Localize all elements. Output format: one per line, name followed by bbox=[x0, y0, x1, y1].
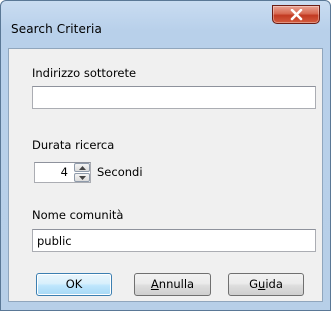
dialog-client-area: Indirizzo sottorete Durata ricerca 4 Sec… bbox=[8, 48, 323, 302]
community-name-input[interactable] bbox=[32, 229, 316, 252]
spin-down-button[interactable] bbox=[74, 173, 90, 182]
cancel-mnemonic: A bbox=[150, 277, 159, 291]
help-label-end: ida bbox=[265, 277, 283, 291]
close-icon bbox=[290, 9, 303, 21]
help-button[interactable]: Guida bbox=[228, 273, 304, 296]
help-label-start: G bbox=[249, 277, 259, 291]
cancel-button[interactable]: Annulla bbox=[134, 273, 211, 296]
ok-button[interactable]: OK bbox=[36, 273, 112, 296]
subnet-label: Indirizzo sottorete bbox=[32, 66, 137, 80]
subnet-address-input[interactable] bbox=[32, 86, 316, 109]
community-label: Nome comunità bbox=[32, 208, 124, 222]
duration-unit-label: Secondi bbox=[97, 165, 143, 179]
cancel-button-label: nnulla bbox=[158, 277, 195, 291]
close-button[interactable] bbox=[272, 5, 320, 24]
dialog-window: Search Criteria Indirizzo sottorete Dura… bbox=[0, 0, 331, 311]
ok-button-label: OK bbox=[65, 277, 83, 291]
spin-up-button[interactable] bbox=[74, 163, 90, 172]
duration-label: Durata ricerca bbox=[32, 138, 115, 152]
title-bar[interactable]: Search Criteria bbox=[1, 1, 330, 51]
duration-spinner bbox=[74, 163, 90, 182]
arrow-up-icon bbox=[79, 166, 86, 170]
window-title: Search Criteria bbox=[11, 22, 102, 36]
arrow-down-icon bbox=[79, 176, 86, 180]
